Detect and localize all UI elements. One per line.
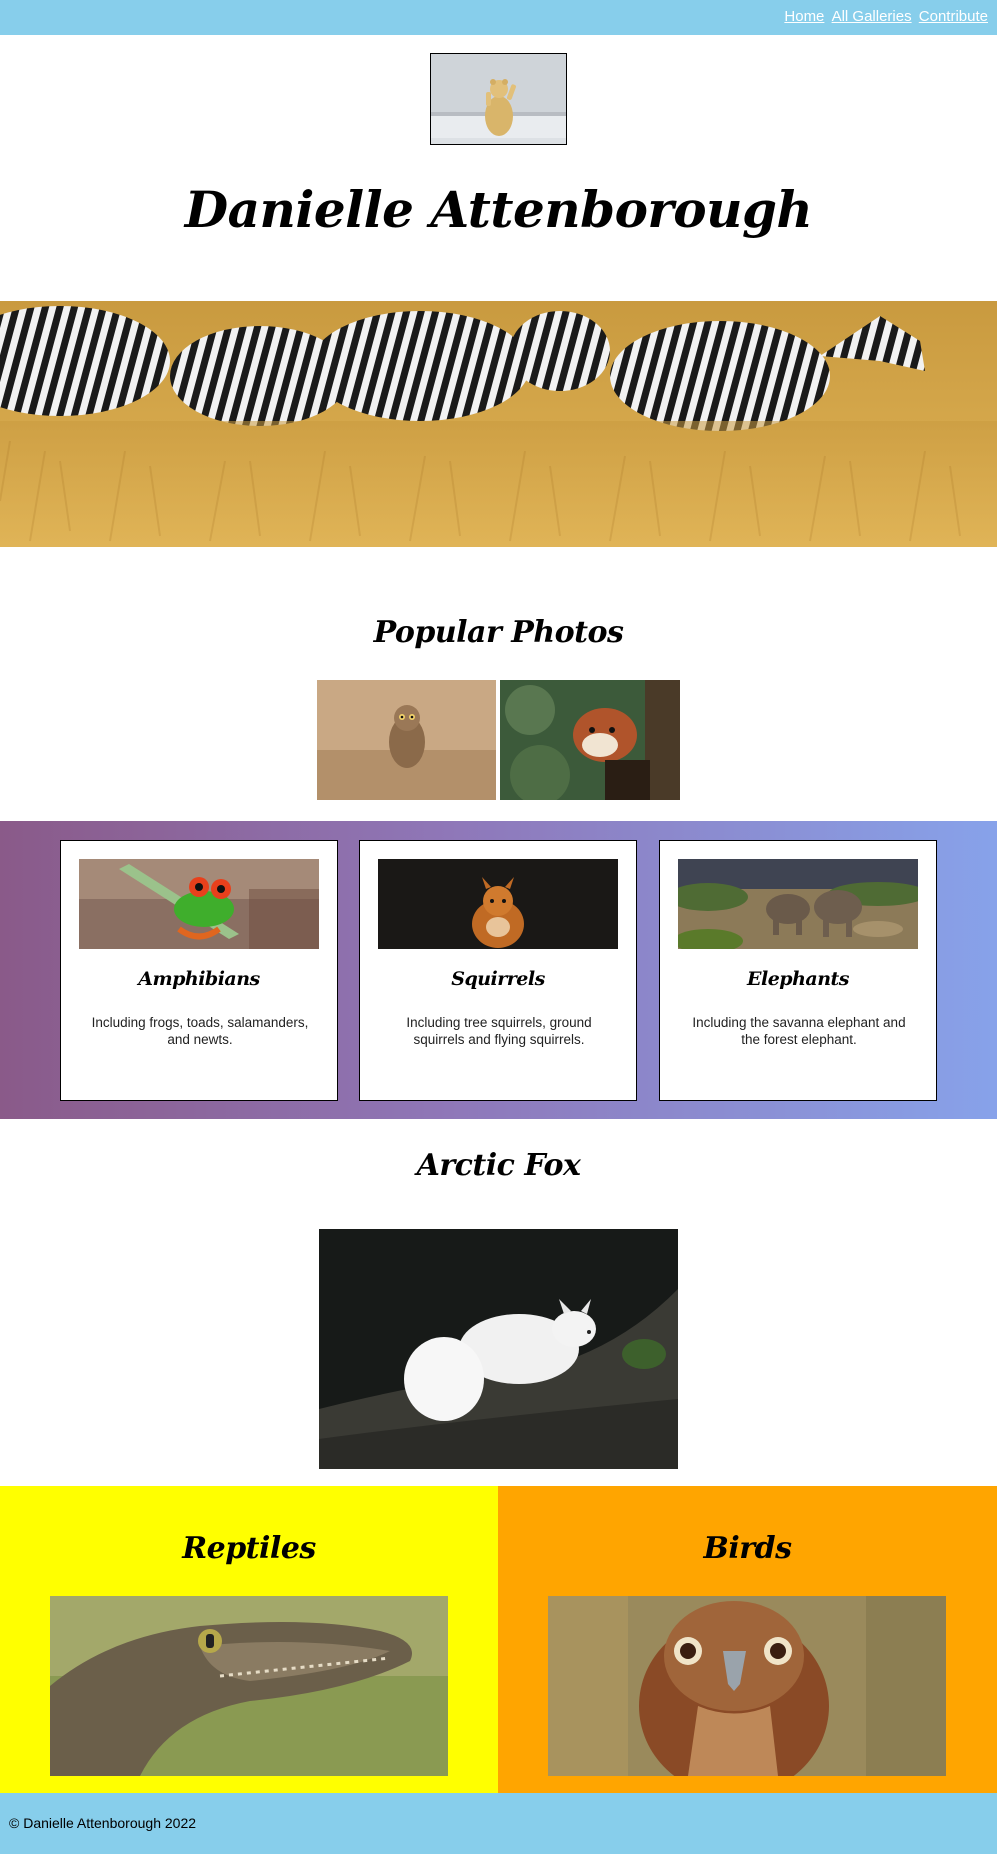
site-title: Danielle Attenborough	[184, 180, 813, 239]
elephants-thumbnail	[678, 859, 918, 949]
footer: © Danielle Attenborough 2022	[0, 1793, 997, 1854]
top-nav: Home All Galleries Contribute	[0, 0, 997, 35]
category-title: Elephants	[747, 968, 850, 990]
category-card-amphibians[interactable]: Amphibians Including frogs, toads, salam…	[60, 840, 338, 1101]
birds-photo	[548, 1596, 946, 1776]
frog-image	[79, 859, 319, 949]
feature-photo-arctic-fox[interactable]	[319, 1229, 678, 1469]
arctic-fox-image	[319, 1229, 678, 1469]
popular-photo-owl[interactable]	[317, 680, 496, 800]
nav-link-contribute[interactable]: Contribute	[919, 8, 988, 25]
hero-banner	[0, 301, 997, 547]
panel-birds[interactable]: Birds	[498, 1486, 997, 1793]
feature-heading: Arctic Fox	[416, 1148, 581, 1183]
category-description: Including frogs, toads, salamanders, and…	[91, 1015, 309, 1047]
copyright-text: © Danielle Attenborough 2022	[9, 1815, 197, 1831]
nav-link-all-galleries[interactable]: All Galleries	[832, 8, 912, 25]
hawk-image	[548, 1596, 946, 1776]
popular-photos-heading: Popular Photos	[373, 615, 624, 650]
category-description: Including the savanna elephant and the f…	[692, 1015, 906, 1047]
category-title: Amphibians	[138, 968, 260, 990]
category-description: Including tree squirrels, ground squirre…	[406, 1015, 592, 1047]
nav-link-home[interactable]: Home	[784, 8, 824, 25]
category-card-squirrels[interactable]: Squirrels Including tree squirrels, grou…	[359, 840, 637, 1101]
category-title: Squirrels	[451, 968, 545, 990]
squirrels-thumbnail	[378, 859, 618, 949]
panel-title: Birds	[703, 1531, 792, 1566]
category-section: Amphibians Including frogs, toads, salam…	[0, 821, 997, 1119]
squirrel-image	[378, 859, 618, 949]
zebra-herd-image	[0, 301, 997, 547]
popular-photo-red-panda[interactable]	[500, 680, 680, 800]
caiman-image	[50, 1596, 448, 1776]
category-card-elephants[interactable]: Elephants Including the savanna elephant…	[659, 840, 937, 1101]
panel-reptiles[interactable]: Reptiles	[0, 1486, 498, 1793]
amphibians-thumbnail	[79, 859, 319, 949]
red-panda-image	[500, 680, 680, 800]
elephants-image	[678, 859, 918, 949]
nav-links: Home All Galleries Contribute	[781, 8, 988, 25]
reptiles-photo	[50, 1596, 448, 1776]
owl-image	[317, 680, 496, 800]
site-logo[interactable]	[430, 53, 567, 145]
panel-title: Reptiles	[182, 1531, 316, 1566]
polar-bear-image	[431, 54, 566, 144]
